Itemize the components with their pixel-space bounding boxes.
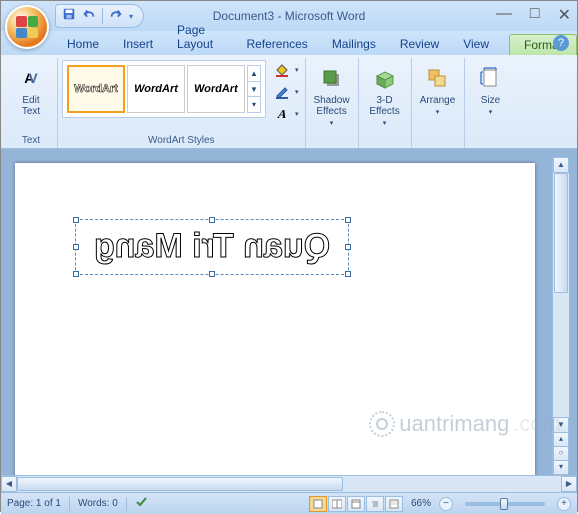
tab-page-layout[interactable]: Page Layout bbox=[165, 19, 234, 55]
status-page[interactable]: Page: 1 of 1 bbox=[7, 498, 61, 509]
maximize-button[interactable]: □ bbox=[530, 5, 540, 25]
scroll-down-icon[interactable]: ▼ bbox=[553, 417, 569, 433]
view-buttons bbox=[309, 496, 403, 512]
zoom-slider[interactable] bbox=[465, 502, 545, 506]
ribbon-tabs: Home Insert Page Layout References Maili… bbox=[1, 31, 577, 55]
size-button[interactable]: Size ▾ bbox=[469, 60, 513, 121]
handle-br[interactable] bbox=[345, 271, 351, 277]
document-area: Quan Tri Mang ▲ ▼ ▴ ○ ▾ uantrimang.com bbox=[1, 149, 577, 475]
group-text: AV EditText Text bbox=[5, 58, 58, 148]
shadow-effects-button[interactable]: Shadow Effects ▾ bbox=[310, 60, 354, 132]
tab-references[interactable]: References bbox=[234, 33, 319, 55]
wordart-gallery[interactable]: WordArt WordArt WordArt ▲ ▼ ▾ bbox=[62, 60, 266, 118]
wordart-object[interactable]: Quan Tri Mang bbox=[75, 219, 349, 275]
gallery-more-icon[interactable]: ▾ bbox=[248, 97, 260, 112]
help-icon[interactable]: ? bbox=[553, 35, 569, 51]
3d-effects-button[interactable]: 3-D Effects ▾ bbox=[363, 60, 407, 132]
change-shape-button[interactable]: A▾ bbox=[273, 104, 301, 124]
group-shadow: Shadow Effects ▾ bbox=[306, 58, 359, 148]
scroll-up-icon[interactable]: ▲ bbox=[553, 157, 569, 173]
tab-view[interactable]: View bbox=[451, 33, 501, 55]
outline-view-icon[interactable] bbox=[366, 496, 384, 512]
vertical-scrollbar[interactable]: ▲ ▼ ▴ ○ ▾ bbox=[552, 157, 569, 475]
title-bar: ▾ Document3 - Microsoft Word — □ ✕ bbox=[1, 1, 577, 31]
ribbon: AV EditText Text WordArt WordArt WordArt… bbox=[1, 55, 577, 149]
browse-object-icon[interactable]: ○ bbox=[553, 447, 569, 461]
handle-tm[interactable] bbox=[209, 217, 215, 223]
status-bar: Page: 1 of 1 Words: 0 66% − + bbox=[1, 492, 577, 514]
quick-access-toolbar: ▾ bbox=[55, 4, 144, 28]
handle-tr[interactable] bbox=[345, 217, 351, 223]
group-wordart-styles: WordArt WordArt WordArt ▲ ▼ ▾ ▾ ▾ A▾ Wor… bbox=[58, 58, 306, 148]
zoom-out-button[interactable]: − bbox=[439, 497, 453, 511]
group-3d: 3-D Effects ▾ bbox=[359, 58, 412, 148]
tab-insert[interactable]: Insert bbox=[111, 33, 165, 55]
qat-separator bbox=[102, 8, 103, 24]
tab-review[interactable]: Review bbox=[388, 33, 451, 55]
edit-text-button[interactable]: AV EditText bbox=[9, 60, 53, 122]
document-page[interactable]: Quan Tri Mang bbox=[15, 163, 535, 475]
office-button[interactable] bbox=[5, 5, 49, 49]
group-wordart-label: WordArt Styles bbox=[62, 133, 301, 148]
group-arrange: Arrange ▾ bbox=[412, 58, 465, 148]
group-size: Size ▾ bbox=[465, 58, 517, 148]
scroll-thumb[interactable] bbox=[554, 173, 568, 293]
zoom-level[interactable]: 66% bbox=[411, 498, 431, 509]
save-icon[interactable] bbox=[62, 7, 76, 26]
wordart-style-3[interactable]: WordArt bbox=[187, 65, 245, 113]
handle-ml[interactable] bbox=[73, 244, 79, 250]
svg-text:Quan Tri Mang: Quan Tri Mang bbox=[94, 227, 330, 265]
hscroll-thumb[interactable] bbox=[17, 477, 343, 491]
arrange-button[interactable]: Arrange ▾ bbox=[416, 60, 460, 121]
handle-bm[interactable] bbox=[209, 271, 215, 277]
zoom-knob[interactable] bbox=[500, 498, 508, 510]
close-button[interactable]: ✕ bbox=[558, 5, 571, 25]
handle-mr[interactable] bbox=[345, 244, 351, 250]
shape-outline-button[interactable]: ▾ bbox=[273, 82, 301, 102]
scroll-left-icon[interactable]: ◀ bbox=[1, 476, 17, 492]
gallery-down-icon[interactable]: ▼ bbox=[248, 82, 260, 98]
gallery-up-icon[interactable]: ▲ bbox=[248, 66, 260, 82]
handle-tl[interactable] bbox=[73, 217, 79, 223]
prev-page-icon[interactable]: ▴ bbox=[553, 433, 569, 447]
print-layout-view-icon[interactable] bbox=[309, 496, 327, 512]
minimize-button[interactable]: — bbox=[496, 5, 512, 25]
redo-icon[interactable] bbox=[109, 7, 123, 26]
scroll-right-icon[interactable]: ▶ bbox=[561, 476, 577, 492]
zoom-in-button[interactable]: + bbox=[557, 497, 571, 511]
qat-customize-icon[interactable]: ▾ bbox=[129, 12, 133, 21]
horizontal-scrollbar[interactable]: ◀ ▶ bbox=[1, 475, 577, 492]
group-text-label: Text bbox=[9, 133, 53, 148]
wordart-style-1[interactable]: WordArt bbox=[67, 65, 125, 113]
status-words[interactable]: Words: 0 bbox=[78, 498, 118, 509]
handle-bl[interactable] bbox=[73, 271, 79, 277]
web-layout-view-icon[interactable] bbox=[347, 496, 365, 512]
wordart-text: Quan Tri Mang bbox=[76, 220, 348, 274]
spell-check-icon[interactable] bbox=[135, 495, 149, 512]
shape-fill-button[interactable]: ▾ bbox=[273, 60, 301, 80]
tab-mailings[interactable]: Mailings bbox=[320, 33, 388, 55]
wordart-style-2[interactable]: WordArt bbox=[127, 65, 185, 113]
tab-home[interactable]: Home bbox=[55, 33, 111, 55]
draft-view-icon[interactable] bbox=[385, 496, 403, 512]
full-screen-view-icon[interactable] bbox=[328, 496, 346, 512]
undo-icon[interactable] bbox=[82, 7, 96, 26]
next-page-icon[interactable]: ▾ bbox=[553, 461, 569, 475]
